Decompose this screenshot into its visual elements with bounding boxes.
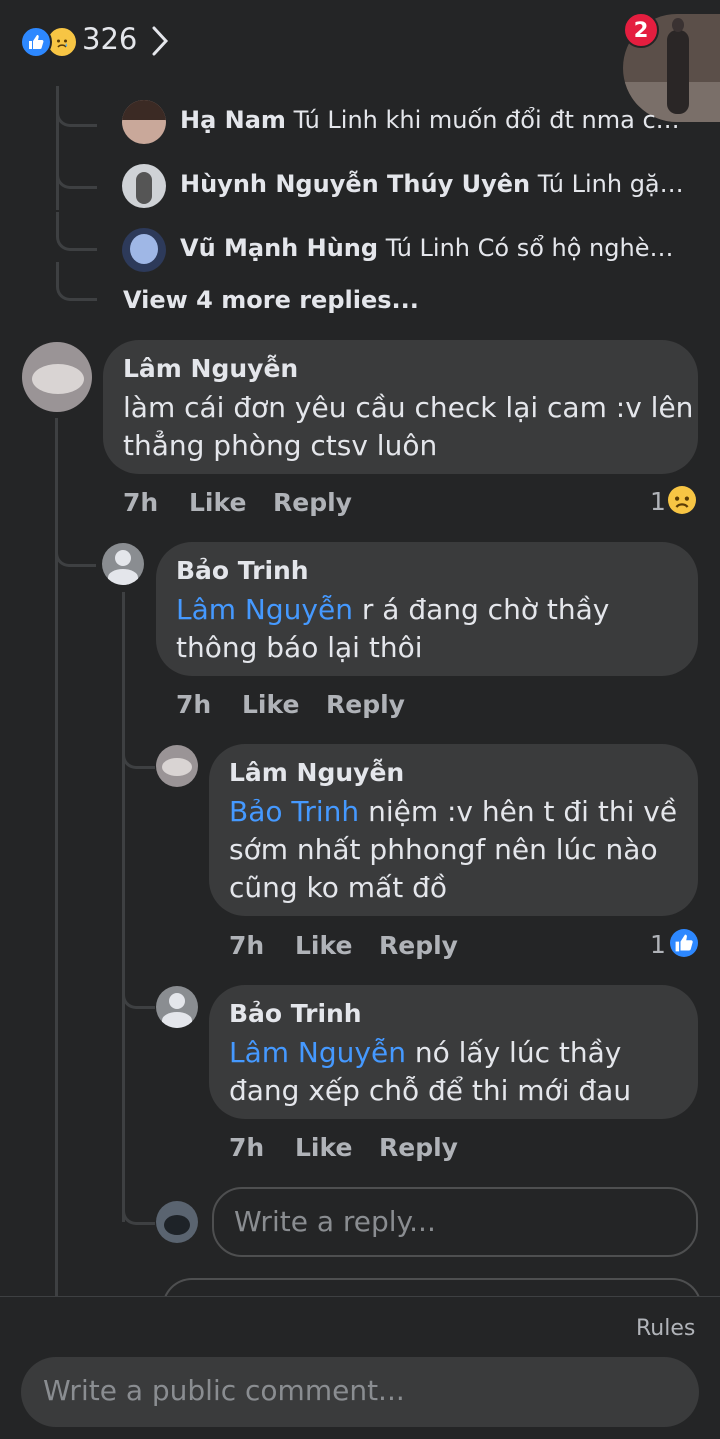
comment-actions: 7h Like Reply xyxy=(229,931,529,965)
comment-bubble[interactable]: Lâm Nguyễn Bảo Trinh niệm :v hên t đi th… xyxy=(209,744,698,916)
comment-author[interactable]: Bảo Trinh xyxy=(229,999,362,1028)
comment-actions: 7h Like Reply xyxy=(176,690,476,724)
like-button[interactable]: Like xyxy=(295,931,352,960)
view-more-replies[interactable]: View 4 more replies... xyxy=(123,286,419,314)
reply-author[interactable]: Vũ Mạnh Hùng xyxy=(180,234,378,262)
default-avatar-icon[interactable] xyxy=(102,543,144,585)
reactions-header[interactable]: 326 xyxy=(0,0,720,84)
thread-connector xyxy=(56,262,97,301)
reply-button[interactable]: Reply xyxy=(273,488,352,517)
comment-text-line: thông báo lại thôi xyxy=(176,631,423,664)
sad-icon[interactable] xyxy=(668,486,696,514)
default-avatar-icon[interactable] xyxy=(156,986,198,1028)
thread-connector xyxy=(122,738,155,769)
collapsed-reply[interactable]: Vũ Mạnh Hùng Tú Linh Có sổ hộ nghèo có..… xyxy=(180,234,680,262)
reply-preview: Tú Linh Có sổ hộ nghèo có... xyxy=(385,234,680,262)
comment-bubble[interactable]: Bảo Trinh Lâm Nguyễn nó lấy lúc thầy đan… xyxy=(209,985,698,1119)
comment-text-line: đang xếp chỗ để thi mới đau xyxy=(229,1074,632,1107)
comment-actions: 7h Like Reply xyxy=(123,488,423,522)
comment-author[interactable]: Lâm Nguyễn xyxy=(229,758,404,787)
thread-connector xyxy=(55,534,96,567)
comment-author[interactable]: Bảo Trinh xyxy=(176,556,309,585)
avatar-photo xyxy=(164,1215,190,1235)
reply-preview: Tú Linh gặp nói... xyxy=(537,170,692,198)
collapsed-reply[interactable]: Hùynh Nguyễn Thúy Uyên Tú Linh gặp nói..… xyxy=(180,170,692,198)
rules-link[interactable]: Rules xyxy=(636,1316,695,1341)
comment-author[interactable]: Lâm Nguyễn xyxy=(123,354,298,383)
reply-button[interactable]: Reply xyxy=(326,690,405,719)
reply-author[interactable]: Hùynh Nguyễn Thúy Uyên xyxy=(180,170,530,198)
reply-placeholder: Write a reply... xyxy=(234,1205,436,1238)
collapsed-reply[interactable]: Hạ Nam Tú Linh khi muốn đổi đt nma cần m… xyxy=(180,106,680,134)
avatar-photo xyxy=(162,758,192,776)
public-comment-placeholder: Write a public comment... xyxy=(43,1374,405,1407)
reply-preview: Tú Linh khi muốn đổi đt nma cần m... xyxy=(293,106,680,134)
comment-time[interactable]: 7h xyxy=(229,1133,264,1162)
thread-line xyxy=(122,592,125,1222)
comment-bubble[interactable]: Lâm Nguyễn làm cái đơn yêu cầu check lại… xyxy=(103,340,698,474)
comment-time[interactable]: 7h xyxy=(176,690,211,719)
reaction-count[interactable]: 326 xyxy=(82,22,137,56)
mention-link[interactable]: Bảo Trinh xyxy=(229,795,359,828)
thread-connector xyxy=(56,212,97,251)
avatar-figure xyxy=(130,234,158,264)
avatar-photo xyxy=(32,364,84,394)
like-button[interactable]: Like xyxy=(189,488,246,517)
like-button[interactable]: Like xyxy=(242,690,299,719)
comment-text-line: sớm nhất phhongf nên lúc nào xyxy=(229,833,658,866)
public-comment-input[interactable]: Write a public comment... xyxy=(21,1357,699,1427)
thread-connector xyxy=(56,150,97,189)
like-button[interactable]: Like xyxy=(295,1133,352,1162)
mention-link[interactable]: Lâm Nguyễn xyxy=(229,1036,406,1069)
comment-text-line: thẳng phòng ctsv luôn xyxy=(123,429,438,462)
comment-text-line: cũng ko mất đồ xyxy=(229,871,448,904)
avatar[interactable] xyxy=(122,100,166,144)
avatar[interactable] xyxy=(122,164,166,208)
comment-reaction-count[interactable]: 1 xyxy=(650,930,666,959)
chat-head-figure xyxy=(667,18,689,114)
thread-connector xyxy=(122,1196,155,1225)
reply-button[interactable]: Reply xyxy=(379,1133,458,1162)
reply-input[interactable]: Write a reply... xyxy=(212,1187,698,1257)
comment-text-line: làm cái đơn yêu cầu check lại cam :v lên xyxy=(123,391,694,424)
comment-text-line: Bảo Trinh niệm :v hên t đi thi về xyxy=(229,795,678,828)
comment-reaction-count[interactable]: 1 xyxy=(650,487,666,516)
avatar-figure xyxy=(136,172,152,204)
comment-time[interactable]: 7h xyxy=(229,931,264,960)
comment-actions: 7h Like Reply xyxy=(229,1133,529,1167)
like-icon xyxy=(20,26,52,58)
comment-text-line: Lâm Nguyễn r á đang chờ thầy xyxy=(176,593,610,626)
thread-connector xyxy=(56,86,97,127)
avatar[interactable] xyxy=(156,745,198,787)
comment-text-line: Lâm Nguyễn nó lấy lúc thầy xyxy=(229,1036,622,1069)
reply-author[interactable]: Hạ Nam xyxy=(180,106,286,134)
comment-time[interactable]: 7h xyxy=(123,488,158,517)
avatar[interactable] xyxy=(122,228,166,272)
avatar[interactable] xyxy=(22,342,92,412)
like-icon[interactable] xyxy=(670,929,698,957)
reply-button[interactable]: Reply xyxy=(379,931,458,960)
avatar[interactable] xyxy=(156,1201,198,1243)
chevron-right-icon[interactable] xyxy=(150,24,170,58)
avatar-hair xyxy=(122,100,166,120)
thread-connector xyxy=(122,980,155,1009)
mention-link[interactable]: Lâm Nguyễn xyxy=(176,593,353,626)
comment-bubble[interactable]: Bảo Trinh Lâm Nguyễn r á đang chờ thầy t… xyxy=(156,542,698,676)
notification-badge: 2 xyxy=(623,12,659,48)
